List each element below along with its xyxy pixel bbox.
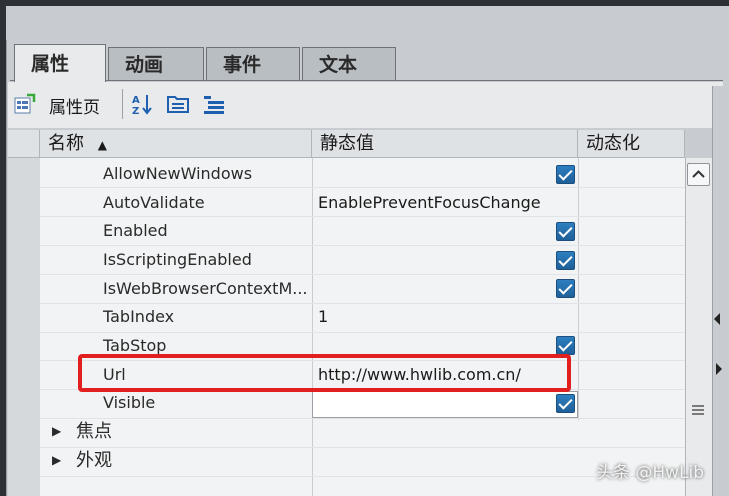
property-page-label[interactable]: 属性页 bbox=[49, 93, 100, 118]
header-dynamic[interactable]: 动态化 bbox=[578, 130, 685, 158]
tab-events-label: 事件 bbox=[223, 54, 262, 76]
tab-baseline bbox=[10, 80, 723, 81]
sort-az-icon[interactable]: A Z bbox=[132, 93, 154, 115]
row-divider bbox=[40, 447, 685, 448]
tab-properties-label: 属性 bbox=[31, 53, 70, 75]
svg-text:Z: Z bbox=[132, 106, 139, 115]
property-name-isscriptingenabled[interactable]: IsScriptingEnabled bbox=[103, 246, 252, 274]
property-name-tabindex[interactable]: TabIndex bbox=[103, 303, 174, 331]
property-value-autovalidate[interactable]: EnablePreventFocusChange bbox=[318, 189, 541, 217]
header-dynamic-label: 动态化 bbox=[586, 133, 640, 154]
sort-ascending-icon: ▲ bbox=[97, 138, 107, 152]
url-highlight-box bbox=[78, 354, 571, 392]
collapse-left-icon[interactable] bbox=[713, 312, 721, 326]
toolbar bbox=[8, 82, 723, 128]
property-name-iswebbrowsercontextmenu[interactable]: IsWebBrowserContextM... bbox=[103, 275, 308, 303]
property-name-allownewwindows[interactable]: AllowNewWindows bbox=[103, 160, 252, 188]
header-name-label: 名称 bbox=[48, 133, 84, 154]
expand-right-icon[interactable] bbox=[715, 362, 723, 376]
property-name-visible[interactable]: Visible bbox=[103, 389, 155, 417]
scroll-up-button[interactable] bbox=[687, 163, 710, 186]
group-focus[interactable]: 焦点 bbox=[76, 418, 112, 446]
chevron-up-icon bbox=[692, 170, 705, 178]
tab-animation[interactable]: 动画 bbox=[108, 47, 204, 81]
group-appearance[interactable]: 外观 bbox=[76, 447, 112, 475]
tab-text[interactable]: 文本 bbox=[302, 47, 396, 81]
tab-animation-label: 动画 bbox=[125, 54, 164, 76]
iswebbrowsercontextmenu-checkbox[interactable] bbox=[556, 279, 575, 298]
expand-arrow-icon[interactable]: ▶ bbox=[52, 453, 61, 467]
visible-checkbox[interactable] bbox=[556, 394, 575, 413]
list-tree-icon[interactable] bbox=[203, 93, 225, 115]
vertical-scrollbar[interactable] bbox=[685, 158, 712, 496]
column-divider bbox=[312, 158, 313, 496]
column-divider bbox=[578, 158, 579, 420]
header-gutter bbox=[8, 130, 40, 158]
scroll-grip-icon[interactable] bbox=[690, 403, 706, 417]
svg-text:A: A bbox=[132, 95, 140, 106]
folder-group-icon[interactable] bbox=[167, 93, 189, 115]
header-static-value[interactable]: 静态值 bbox=[312, 130, 578, 158]
row-divider bbox=[40, 418, 685, 419]
panel-top-strip bbox=[6, 6, 729, 40]
header-name[interactable]: 名称 ▲ bbox=[40, 130, 312, 158]
tab-properties[interactable]: 属性 bbox=[14, 44, 106, 82]
header-static-value-label: 静态值 bbox=[320, 133, 374, 154]
toolbar-separator bbox=[122, 89, 123, 119]
row-divider bbox=[40, 476, 685, 477]
allownewwindows-checkbox[interactable] bbox=[556, 165, 575, 184]
property-name-enabled[interactable]: Enabled bbox=[103, 217, 168, 245]
tabstop-checkbox[interactable] bbox=[556, 336, 575, 355]
property-value-tabindex[interactable]: 1 bbox=[318, 303, 328, 331]
visible-value-editor[interactable] bbox=[312, 391, 578, 418]
property-name-autovalidate[interactable]: AutoValidate bbox=[103, 189, 205, 217]
enabled-checkbox[interactable] bbox=[556, 222, 575, 241]
side-collapse-strip[interactable] bbox=[712, 86, 729, 496]
row-gutter bbox=[8, 158, 40, 496]
watermark-text: 头条 @HwLib bbox=[596, 463, 705, 483]
expand-arrow-icon[interactable]: ▶ bbox=[52, 424, 61, 438]
tab-events[interactable]: 事件 bbox=[206, 47, 300, 81]
tab-text-label: 文本 bbox=[319, 54, 358, 76]
isscriptingenabled-checkbox[interactable] bbox=[556, 251, 575, 270]
property-page-icon[interactable] bbox=[14, 93, 36, 115]
